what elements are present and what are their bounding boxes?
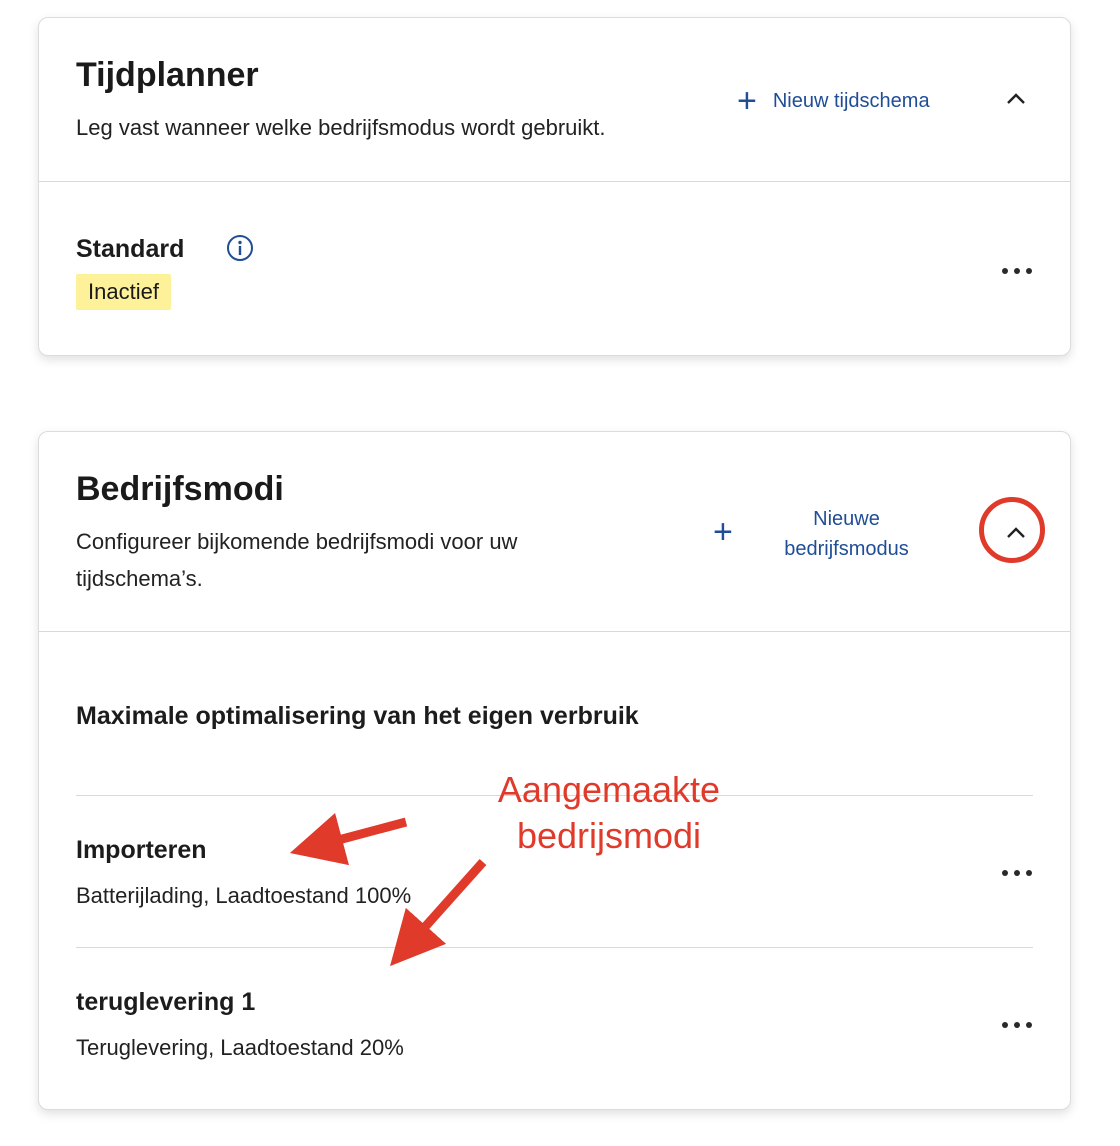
modes-card: Bedrijfsmodi Configureer bijkomende bedr… [38, 431, 1071, 1110]
mode-more-button[interactable] [1002, 868, 1032, 878]
status-badge: Inactief [76, 274, 171, 310]
mode-name: Importeren [76, 836, 207, 864]
new-schedule-label: Nieuw tijdschema [772, 89, 930, 112]
new-mode-label-line1: Nieuwe [813, 508, 880, 530]
plus-icon[interactable]: + [713, 515, 733, 549]
modes-title: Bedrijfsmodi [76, 470, 284, 508]
chevron-up-icon [1007, 527, 1025, 538]
modes-description: Configureer bijkomende bedrijfsmodi voor… [76, 529, 518, 591]
annotation-line1: Aangemaakte [497, 769, 721, 810]
chevron-up-icon [1007, 93, 1025, 104]
new-schedule-button[interactable]: + Nieuw tijdschema [737, 84, 930, 118]
collapse-scheduler-button[interactable] [1001, 84, 1031, 114]
plus-icon: + [737, 82, 757, 120]
scheduler-title: Tijdplanner [76, 56, 259, 94]
scheduler-card: Tijdplanner Leg vast wanneer welke bedri… [38, 17, 1071, 356]
schedule-more-button[interactable] [1002, 266, 1032, 276]
collapse-modes-button[interactable] [1001, 518, 1031, 548]
schedule-name: Standard [76, 235, 185, 263]
scheduler-description: Leg vast wanneer welke bedrijfsmodus wor… [76, 115, 606, 140]
annotation-line2: bedrijsmodi [516, 815, 702, 856]
scheduler-header: Tijdplanner Leg vast wanneer welke bedri… [39, 18, 1070, 182]
divider [76, 947, 1033, 948]
more-icon [1002, 870, 1008, 876]
new-mode-label-line2: bedrijfsmodus [784, 538, 909, 560]
mode-more-button[interactable] [1002, 1020, 1032, 1030]
more-icon [1002, 268, 1008, 274]
mode-name: teruglevering 1 [76, 988, 256, 1016]
new-mode-button[interactable]: Nieuwe bedrijfsmodus [774, 504, 919, 564]
mode-detail: Batterijlading, Laadtoestand 100% [76, 883, 412, 908]
section-title: Maximale optimalisering van het eigen ve… [76, 702, 639, 730]
mode-detail: Teruglevering, Laadtoestand 20% [76, 1035, 404, 1060]
modes-header: Bedrijfsmodi Configureer bijkomende bedr… [39, 432, 1070, 632]
info-icon[interactable] [225, 233, 255, 263]
more-icon [1002, 1022, 1008, 1028]
annotation-text: Aangemaakte bedrijsmodi [459, 767, 759, 859]
